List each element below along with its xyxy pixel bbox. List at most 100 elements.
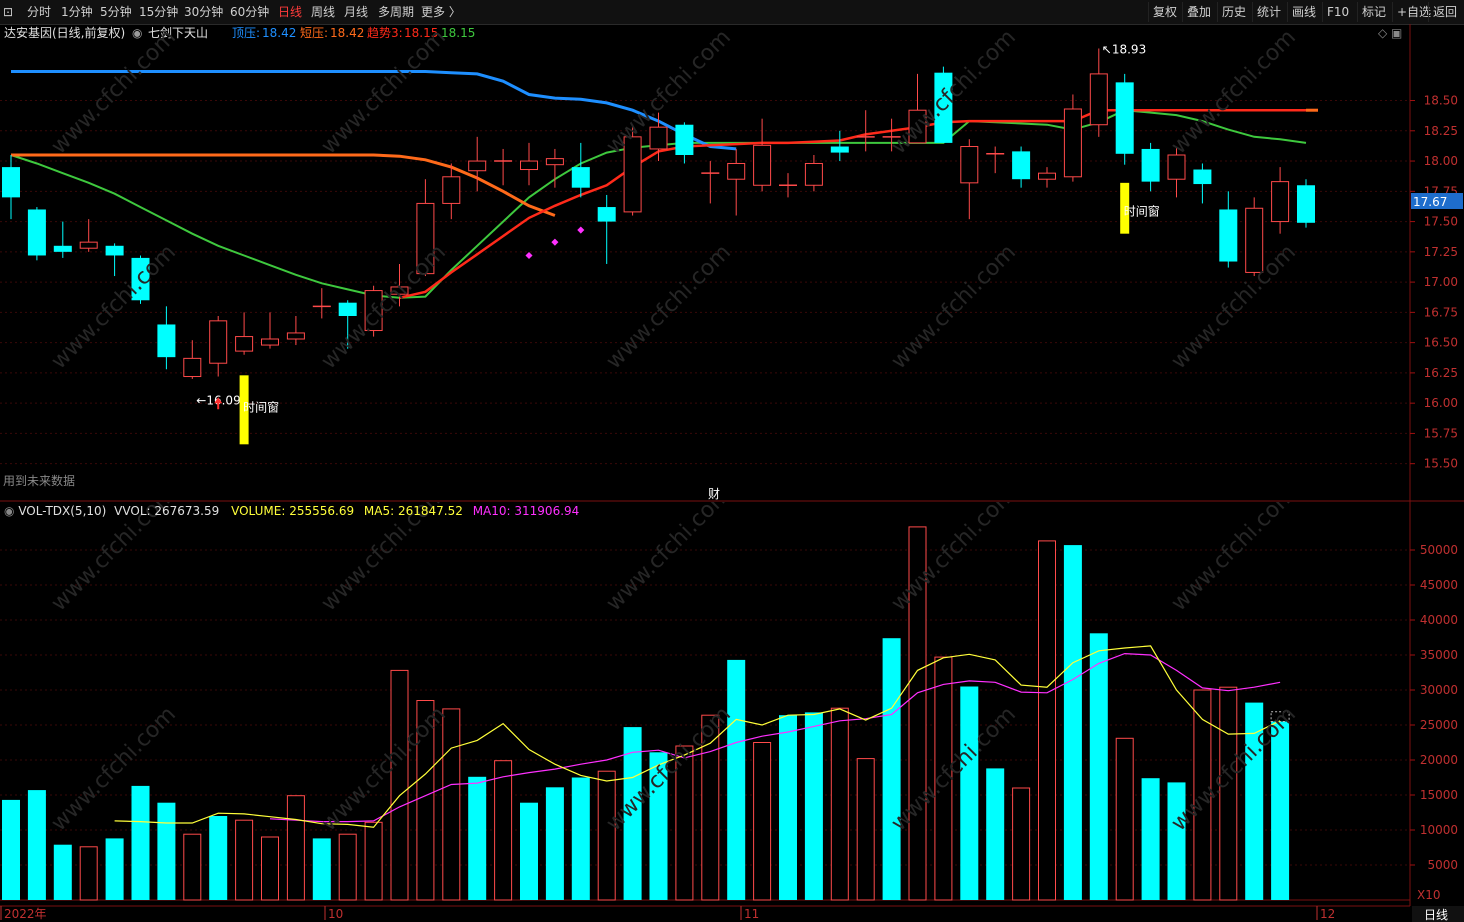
candle-body-up (235, 336, 254, 352)
volume-bar-down (157, 802, 176, 900)
volume-tick-label: 10000 (1420, 823, 1458, 837)
volume-toggle-icon[interactable]: ◉ (4, 504, 14, 518)
volume-bar-up (235, 819, 254, 901)
candle-body-up (209, 320, 228, 364)
current-price-label: 17.67 (1413, 195, 1447, 209)
price-tick-label: 15.50 (1424, 457, 1458, 471)
volume-chart[interactable]: 50000 45000 40000 35000 30000 25000 20000 15000… (0, 502, 1464, 922)
candle-body-down (1141, 148, 1160, 182)
candle-body-down (1193, 169, 1212, 185)
volume-bar-down (986, 768, 1005, 900)
candle-body-up (753, 144, 772, 186)
watermark: www.cfchi.com (602, 25, 736, 159)
price-tick-label: 17.00 (1424, 275, 1458, 289)
candle-body-down (675, 124, 694, 155)
volume-bar-down (1271, 721, 1290, 900)
candle-body-up (960, 146, 979, 184)
price-chart[interactable]: 18.5018.2518.0017.7517.5017.2517.0016.75… (0, 0, 1464, 502)
watermark: www.cfchi.com (887, 240, 1021, 374)
candle-body-up (183, 357, 202, 378)
volume-bar-up (597, 770, 616, 901)
volume-bar-down (520, 802, 538, 900)
volume-tick-label: 20000 (1420, 753, 1458, 767)
candle-body-up (649, 126, 668, 150)
volume-bar-down (779, 715, 797, 900)
volume-bar-down (312, 838, 331, 900)
candle-body-down (157, 324, 176, 358)
watermark: www.cfchi.com (887, 502, 1021, 616)
price-tick-label: 16.50 (1424, 336, 1458, 350)
volume-bar-down (1063, 545, 1082, 900)
volume-tick-label: 35000 (1420, 648, 1458, 662)
volume-bar-down (727, 659, 746, 900)
price-tick-label: 18.00 (1424, 154, 1458, 168)
candle-body-up (79, 241, 98, 249)
candle-body-up (261, 338, 279, 346)
watermark: www.cfchi.com (602, 240, 736, 374)
candle-body-up (520, 160, 538, 171)
volume-bar-up (830, 707, 849, 901)
candle-body-down (53, 245, 72, 252)
candle-body-down (1115, 82, 1134, 154)
candle-body-down (105, 245, 124, 256)
watermark: www.cfchi.com (887, 25, 1021, 159)
candle-body-up (804, 162, 823, 186)
volume-bar-down (882, 638, 901, 900)
watermark: www.cfchi.com (317, 240, 451, 374)
volume-bar-up (442, 708, 461, 901)
watermark: www.cfchi.com (1167, 502, 1301, 616)
price-tick-label: 16.00 (1424, 396, 1458, 410)
candle-body-down (2, 167, 20, 198)
candle-body-up (468, 160, 487, 172)
signal-dot (525, 251, 533, 260)
volume-bar-down (105, 838, 124, 900)
future-data-notice: 用到未来数据 (3, 473, 75, 488)
signal-dot (551, 238, 559, 246)
candle-body-up (286, 332, 305, 340)
x-axis-label: 2022年 (4, 907, 47, 921)
price-tick-label: 15.75 (1424, 426, 1458, 440)
candle-body-up (1038, 172, 1056, 180)
x-axis-strip (0, 906, 1464, 922)
volume-bar-down (1141, 778, 1160, 900)
volume-bar-down (209, 816, 228, 900)
volume-bar-down (468, 776, 487, 900)
volume-tick-label: 5000 (1427, 858, 1458, 872)
volume-bar-down (2, 799, 20, 900)
candle-body-up (1063, 108, 1082, 178)
candle-body-down (1219, 209, 1238, 262)
volume-bar-up (856, 758, 875, 901)
volume-bar-up (338, 833, 357, 901)
volume-bar-up (364, 821, 383, 901)
price-tick-label: 16.25 (1424, 366, 1458, 380)
candle-body-down (830, 146, 849, 153)
volume-bar-down (1089, 633, 1108, 900)
volume-multiplier: X10 (1417, 888, 1441, 902)
period-indicator-label: 日线 (1424, 908, 1448, 922)
volume-value: VOLUME: 255556.69 (231, 504, 355, 518)
volume-bar-up (1012, 787, 1031, 901)
ma10-value: MA10: 311906.94 (472, 504, 580, 518)
volume-tick-label: 40000 (1420, 613, 1458, 627)
watermark: www.cfchi.com (602, 502, 736, 616)
candle-body-down (597, 207, 616, 222)
candle-body-down (571, 167, 590, 188)
volume-bar-up (79, 846, 98, 901)
candle-body-up (442, 176, 461, 204)
volume-tick-label: 30000 (1420, 683, 1458, 697)
high-price-label: ↖18.93 (1102, 42, 1146, 56)
price-tick-label: 18.50 (1424, 94, 1458, 108)
volume-bar-down (960, 686, 979, 900)
volume-bar-up (1115, 737, 1134, 901)
volume-bar-up (753, 742, 772, 901)
volume-bar-up (494, 760, 513, 901)
volume-tick-label: 45000 (1420, 578, 1458, 592)
volume-bar-up (183, 833, 202, 901)
x-axis-label: 12 (1320, 907, 1335, 921)
x-axis-label: 10 (328, 907, 343, 921)
volume-header: ◉ VOL-TDX(5,10) VVOL: 267673.59 VOLUME: … (4, 502, 579, 520)
watermark: www.cfchi.com (317, 25, 451, 159)
price-tick-label: 17.50 (1424, 215, 1458, 229)
volume-indicator-name[interactable]: VOL-TDX(5,10) (18, 504, 106, 518)
price-tick-label: 16.75 (1424, 305, 1458, 319)
